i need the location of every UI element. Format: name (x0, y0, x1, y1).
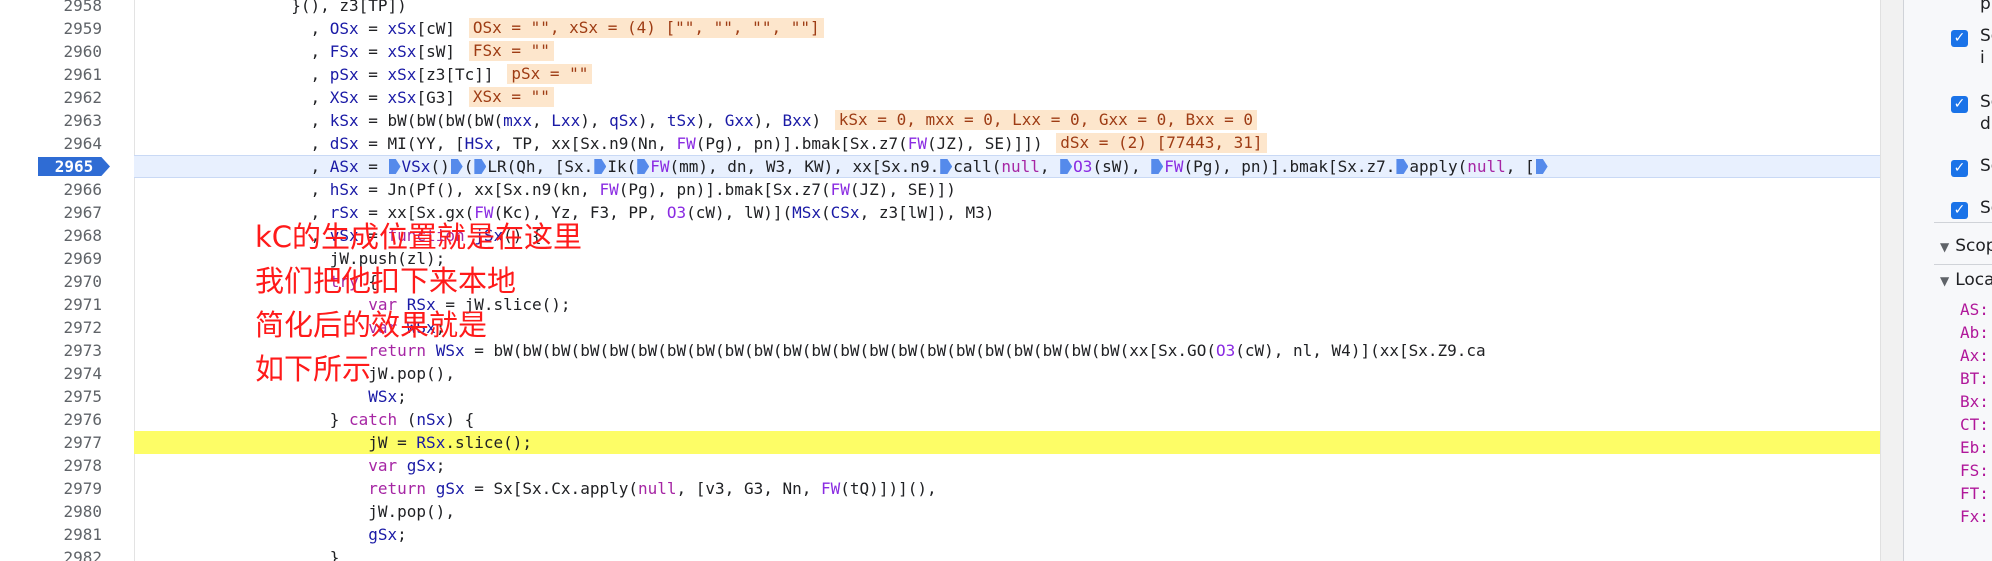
annotation-line: 简化后的效果就是 (255, 308, 488, 342)
annotation-line: kC的生成位置就是在这里 (255, 220, 583, 254)
scope-variable[interactable]: Fx: (1960, 507, 1989, 526)
scope-variable[interactable]: Bx: (1960, 392, 1989, 411)
inline-breakpoint-icon[interactable] (1151, 159, 1164, 174)
inline-value-hint: FSx = "" (468, 41, 554, 61)
checkbox[interactable]: ✓ (1951, 202, 1968, 219)
inline-value-hint: OSx = "", xSx = (4) ["", "", "", ""] (468, 18, 824, 38)
scope-variable[interactable]: Eb: (1960, 438, 1989, 457)
code-text: }(), z3[TP]) (60, 0, 407, 15)
scope-label: Scop (1955, 236, 1992, 256)
scope-variable[interactable]: CT: (1960, 415, 1989, 434)
inline-breakpoint-icon[interactable] (637, 159, 650, 174)
checkbox-sublabel: d (1980, 114, 1991, 134)
scope-variable[interactable]: BT: (1960, 369, 1989, 388)
sidebar-divider (1934, 222, 1992, 223)
checkbox-label: Sc (1980, 156, 1992, 176)
scope-section-header[interactable]: ▼ Scop (1940, 236, 1992, 256)
code-text: , OSx = xSx[cW] (60, 19, 455, 38)
code-text: , XSx = xSx[G3] (60, 88, 455, 107)
checkbox-label: Sc (1980, 198, 1992, 218)
checkbox-label: Sc (1980, 26, 1992, 46)
code-text: jW = RSx.slice(); (60, 433, 533, 452)
code-text: , FSx = xSx[sW] (60, 42, 455, 61)
inline-value-hint: kSx = 0, mxx = 0, Lxx = 0, Gxx = 0, Bxx … (834, 110, 1257, 130)
editor-scrollbar[interactable] (1880, 0, 1904, 561)
checkbox[interactable]: ✓ (1951, 96, 1968, 113)
debugger-sidebar: p ✓Sci✓Scd✓Sc✓Sc ▼Scop ▼Loca AS:Ab:Ax:BT… (1903, 0, 1992, 561)
annotation-line: 如下所示 (255, 352, 372, 386)
scope-variable[interactable]: Ax: (1960, 346, 1989, 365)
checkbox-sublabel: i (1980, 48, 1985, 68)
inline-value-hint: XSx = "" (468, 87, 554, 107)
triangle-down-icon: ▼ (1940, 274, 1950, 288)
scope-variable[interactable]: FT: (1960, 484, 1989, 503)
code-text: , ASx = VSx()(LR(Qh, [Sx. Ik(FW(mm), dn, … (60, 155, 1549, 178)
inline-value-hint: pSx = "" (507, 64, 593, 84)
scope-variable[interactable]: AS: (1960, 300, 1989, 319)
code-text: , hSx = Jn(Pf(), xx[Sx.n9(kn, FW(Pg), pn… (60, 180, 956, 199)
code-text: var gSx; (368, 456, 446, 475)
inline-breakpoint-icon[interactable] (388, 159, 401, 174)
sidebar-top-text: p (1980, 0, 1991, 14)
code-text: return gSx = Sx[Sx.Cx.apply(null, [v3, G… (368, 479, 937, 498)
annotation-line: 我们把他扣下来本地 (255, 264, 517, 298)
checkbox-label: Sc (1980, 92, 1992, 112)
local-section-header[interactable]: ▼ Loca (1940, 270, 1992, 290)
scope-variable[interactable]: Ab: (1960, 323, 1989, 342)
inline-breakpoint-icon[interactable] (474, 159, 487, 174)
triangle-down-icon: ▼ (1940, 240, 1950, 254)
code-text: } catch (nSx) { (60, 410, 475, 429)
checkbox[interactable]: ✓ (1951, 30, 1968, 47)
inline-breakpoint-icon[interactable] (594, 159, 607, 174)
checkbox[interactable]: ✓ (1951, 160, 1968, 177)
sidebar-divider (1934, 264, 1992, 265)
inline-breakpoint-icon[interactable] (1060, 159, 1073, 174)
inline-value-hint: dSx = (2) [77443, 31] (1056, 133, 1267, 153)
code-text: gSx; (368, 525, 407, 544)
scope-variable[interactable]: FS: (1960, 461, 1989, 480)
red-annotation: kC的生成位置就是在这里 我们把他扣下来本地 简化后的效果就是 如下所示 (255, 215, 582, 391)
local-label: Loca (1955, 270, 1992, 290)
code-text: } (60, 548, 340, 561)
code-text: , pSx = xSx[z3[Tc]] (60, 65, 494, 84)
inline-breakpoint-icon[interactable] (940, 159, 953, 174)
inline-breakpoint-icon[interactable] (450, 159, 463, 174)
inline-breakpoint-icon[interactable] (1535, 159, 1548, 174)
code-text: , kSx = bW(bW(bW(bW(mxx, Lxx), qSx), tSx… (60, 111, 822, 130)
code-text: , dSx = MI(YY, [HSx, TP, xx[Sx.n9(Nn, FW… (60, 134, 1043, 153)
inline-breakpoint-icon[interactable] (1396, 159, 1409, 174)
code-text: jW.pop(), (60, 502, 455, 521)
